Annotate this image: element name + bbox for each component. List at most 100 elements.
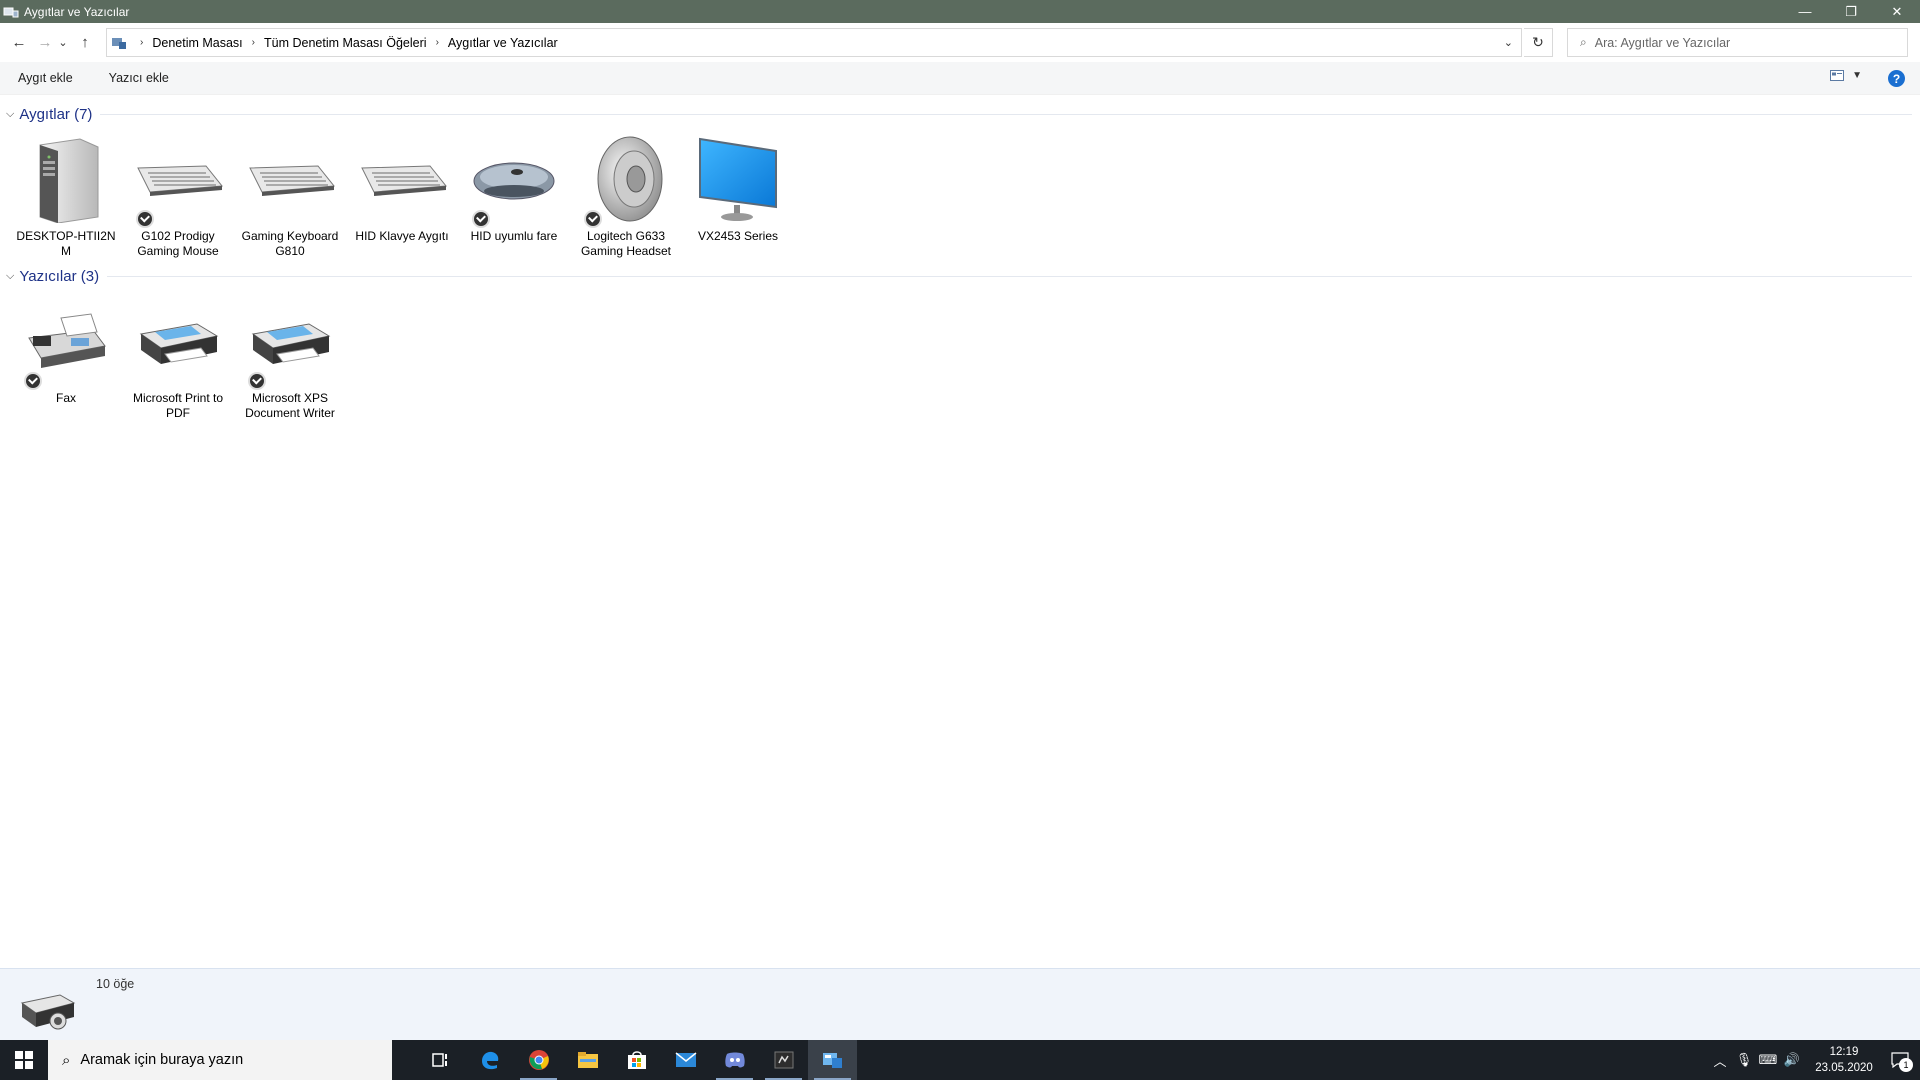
address-dropdown-icon[interactable]: ⌄ — [1504, 36, 1513, 49]
printer-item[interactable]: Microsoft XPS Document Writer — [234, 294, 346, 421]
control-panel-icon — [112, 37, 126, 49]
search-icon: ⌕ — [1580, 35, 1587, 49]
device-label: VX2453 Series — [697, 229, 779, 243]
search-icon: ⌕ — [62, 1051, 71, 1069]
fax-icon — [18, 294, 114, 390]
edge-icon[interactable] — [465, 1040, 514, 1080]
device-item[interactable]: G102 Prodigy Gaming Mouse — [122, 132, 234, 259]
printer-icon — [130, 294, 226, 390]
forward-button[interactable]: → — [34, 31, 56, 55]
collapse-icon[interactable]: ⌵ — [6, 270, 14, 283]
start-button[interactable] — [0, 1040, 48, 1080]
printers-list: Fax Microsoft Print to PDF Microsoft XPS… — [10, 294, 346, 421]
taskbar: ⌕ Aramak için buraya yazın ︿ 🎙 ⌨ 🔊 12:19… — [0, 1040, 1920, 1080]
status-badge — [248, 372, 266, 390]
back-button[interactable]: ← — [8, 31, 30, 55]
printer-item[interactable]: Fax — [10, 294, 122, 421]
devices-list: DESKTOP-HTII2N M G102 Prodigy Gaming Mou… — [10, 132, 794, 259]
clock[interactable]: 12:19 23.05.2020 — [1808, 1044, 1880, 1076]
clock-time: 12:19 — [1829, 1046, 1859, 1058]
monitor-icon — [690, 132, 786, 228]
add-printer-button[interactable]: Yazıcı ekle — [85, 71, 181, 85]
refresh-button[interactable]: ↻ — [1524, 28, 1553, 57]
window-title: Aygıtlar ve Yazıcılar — [24, 4, 130, 19]
printer-label: Microsoft Print to PDF — [132, 391, 224, 420]
device-label: G102 Prodigy Gaming Mouse — [137, 229, 219, 258]
search-input[interactable]: ⌕ Ara: Aygıtlar ve Yazıcılar — [1567, 28, 1908, 57]
status-badge — [24, 372, 42, 390]
device-item[interactable]: VX2453 Series — [682, 132, 794, 259]
add-device-button[interactable]: Aygıt ekle — [0, 71, 85, 85]
device-label: HID Klavye Aygıtı — [355, 229, 449, 243]
device-item[interactable]: Gaming Keyboard G810 — [234, 132, 346, 259]
title-bar: Aygıtlar ve Yazıcılar — ❐ ✕ — [0, 0, 1920, 23]
devices-printers-icon — [20, 994, 76, 1030]
device-label: Gaming Keyboard G810 — [241, 229, 339, 258]
details-pane: 10 öğe — [0, 968, 1920, 1040]
address-bar[interactable]: › Denetim Masası › Tüm Denetim Masası Öğ… — [106, 28, 1522, 57]
volume-icon[interactable]: 🔊 — [1780, 1052, 1804, 1068]
item-count: 10 öğe — [96, 977, 135, 991]
device-item[interactable]: HID uyumlu fare — [458, 132, 570, 259]
keyboard-icon — [242, 132, 338, 228]
device-label: DESKTOP-HTII2N M — [16, 229, 116, 258]
help-button[interactable]: ? — [1888, 70, 1905, 87]
device-item[interactable]: DESKTOP-HTII2N M — [10, 132, 122, 259]
status-badge — [136, 210, 154, 228]
device-label: Logitech G633 Gaming Headset — [580, 229, 672, 258]
printer-icon — [242, 294, 338, 390]
mouse-icon — [466, 132, 562, 228]
keyboard-icon — [130, 132, 226, 228]
recent-locations-button[interactable]: ⌄ — [56, 31, 70, 55]
status-badge — [584, 210, 602, 228]
change-view-button[interactable]: ▼ — [1830, 70, 1862, 81]
close-button[interactable]: ✕ — [1874, 0, 1920, 23]
breadcrumb-control-panel[interactable]: Denetim Masası — [152, 36, 242, 50]
file-explorer-icon[interactable] — [563, 1040, 612, 1080]
printer-item[interactable]: Microsoft Print to PDF — [122, 294, 234, 421]
speaker-icon — [578, 132, 674, 228]
taskbar-search-placeholder: Aramak için buraya yazın — [80, 1052, 244, 1068]
chevron-down-icon: ▼ — [1852, 70, 1862, 81]
command-bar: Aygıt ekle Yazıcı ekle ▼ ? — [0, 62, 1920, 95]
windows-logo-icon — [15, 1051, 33, 1069]
breadcrumb-separator: › — [435, 37, 439, 48]
chrome-icon[interactable] — [514, 1040, 563, 1080]
minimize-button[interactable]: — — [1782, 0, 1828, 23]
microphone-icon[interactable]: 🎙 — [1732, 1052, 1756, 1068]
breadcrumb-all-items[interactable]: Tüm Denetim Masası Öğeleri — [264, 36, 427, 50]
action-center-button[interactable]: 1 — [1880, 1040, 1920, 1080]
show-hidden-icons-icon[interactable]: ︿ — [1708, 1051, 1732, 1070]
printer-label: Microsoft XPS Document Writer — [245, 391, 335, 420]
task-view-icon[interactable] — [416, 1040, 465, 1080]
printers-group-title: Yazıcılar (3) — [19, 268, 100, 285]
device-item[interactable]: HID Klavye Aygıtı — [346, 132, 458, 259]
breadcrumb-separator: › — [251, 37, 255, 48]
address-row: ← → ⌄ ↑ › Denetim Masası › Tüm Denetim M… — [0, 23, 1920, 62]
devices-content: ⌵ Aygıtlar (7) DESKTOP-HTII2N M G102 Pro… — [0, 96, 1920, 968]
devices-printers-icon — [3, 7, 19, 17]
up-button[interactable]: ↑ — [74, 31, 96, 55]
computer-tower-icon — [18, 132, 114, 228]
system-tray: ︿ 🎙 ⌨ 🔊 12:19 23.05.2020 1 — [1708, 1040, 1920, 1080]
clock-date: 23.05.2020 — [1815, 1062, 1873, 1074]
collapse-icon[interactable]: ⌵ — [6, 108, 14, 121]
taskbar-search-input[interactable]: ⌕ Aramak için buraya yazın — [48, 1040, 392, 1080]
breadcrumb-devices-printers[interactable]: Aygıtlar ve Yazıcılar — [448, 36, 558, 50]
control-panel-taskbar-icon[interactable] — [808, 1040, 857, 1080]
store-icon[interactable] — [612, 1040, 661, 1080]
search-placeholder: Ara: Aygıtlar ve Yazıcılar — [1594, 35, 1731, 50]
app-icon[interactable] — [759, 1040, 808, 1080]
discord-icon[interactable] — [710, 1040, 759, 1080]
device-label: HID uyumlu fare — [470, 229, 558, 243]
printers-group-header[interactable]: ⌵ Yazıcılar (3) — [6, 268, 1912, 285]
devices-group-title: Aygıtlar (7) — [19, 106, 93, 123]
mail-icon[interactable] — [661, 1040, 710, 1080]
group-divider — [107, 276, 1912, 277]
restore-button[interactable]: ❐ — [1828, 0, 1874, 23]
device-item[interactable]: Logitech G633 Gaming Headset — [570, 132, 682, 259]
printer-label: Fax — [55, 391, 76, 405]
devices-group-header[interactable]: ⌵ Aygıtlar (7) — [6, 106, 1912, 123]
notification-count: 1 — [1899, 1058, 1913, 1072]
network-icon[interactable]: ⌨ — [1756, 1052, 1780, 1068]
